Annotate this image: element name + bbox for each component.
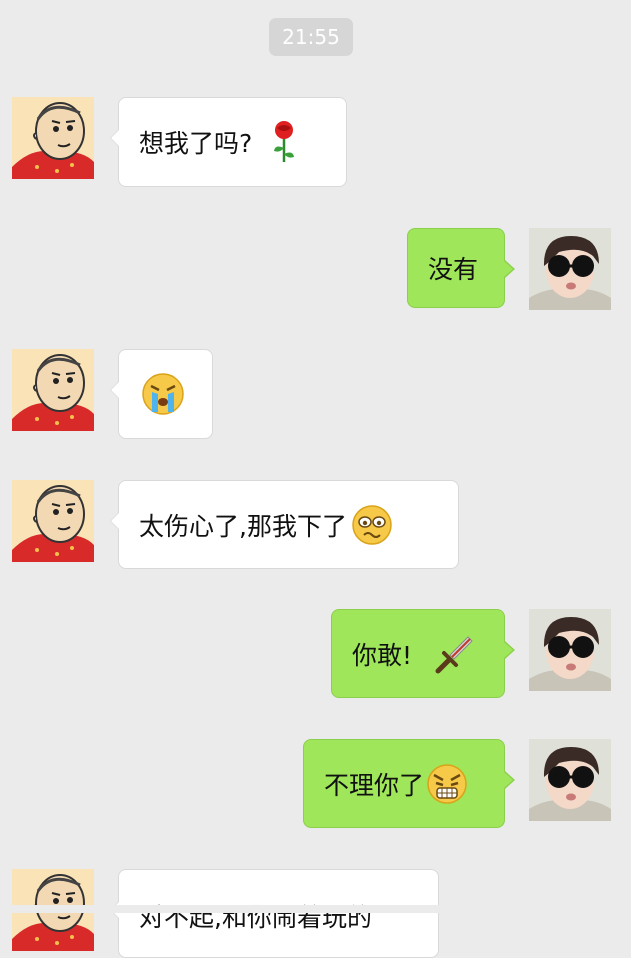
my-avatar[interactable] [529, 739, 611, 821]
message-text: 对不起,和你闹着玩的 [139, 903, 372, 932]
message-text: 不理你了 [324, 770, 425, 800]
contact-avatar[interactable] [12, 97, 94, 179]
angry-face-icon [427, 763, 467, 804]
crying-face-icon [142, 373, 184, 415]
contact-avatar[interactable] [12, 349, 94, 431]
timestamp: 21:55 [269, 18, 353, 56]
message-bubble[interactable]: 太伤心了,那我下了 [110, 480, 459, 569]
message-text: 想我了吗? [139, 129, 253, 158]
message-bubble[interactable] [110, 349, 213, 439]
message-bubble[interactable]: 对不起,和你闹着玩的 [110, 869, 439, 958]
message-text: 太伤心了,那我下了 [139, 511, 347, 541]
rose-icon [274, 121, 295, 162]
message-text: 没有 [428, 255, 479, 284]
message-text: 你敢! [352, 640, 413, 670]
bottom-edge [0, 905, 631, 913]
sword-icon [435, 635, 473, 673]
my-avatar[interactable] [529, 228, 611, 310]
message-bubble[interactable]: 没有 [407, 228, 515, 308]
woozy-face-icon [352, 504, 392, 545]
contact-avatar[interactable] [12, 480, 94, 562]
message-bubble[interactable]: 你敢! [331, 609, 515, 698]
message-bubble[interactable]: 不理你了 [303, 739, 515, 828]
message-bubble[interactable]: 想我了吗? [110, 97, 347, 187]
my-avatar[interactable] [529, 609, 611, 691]
